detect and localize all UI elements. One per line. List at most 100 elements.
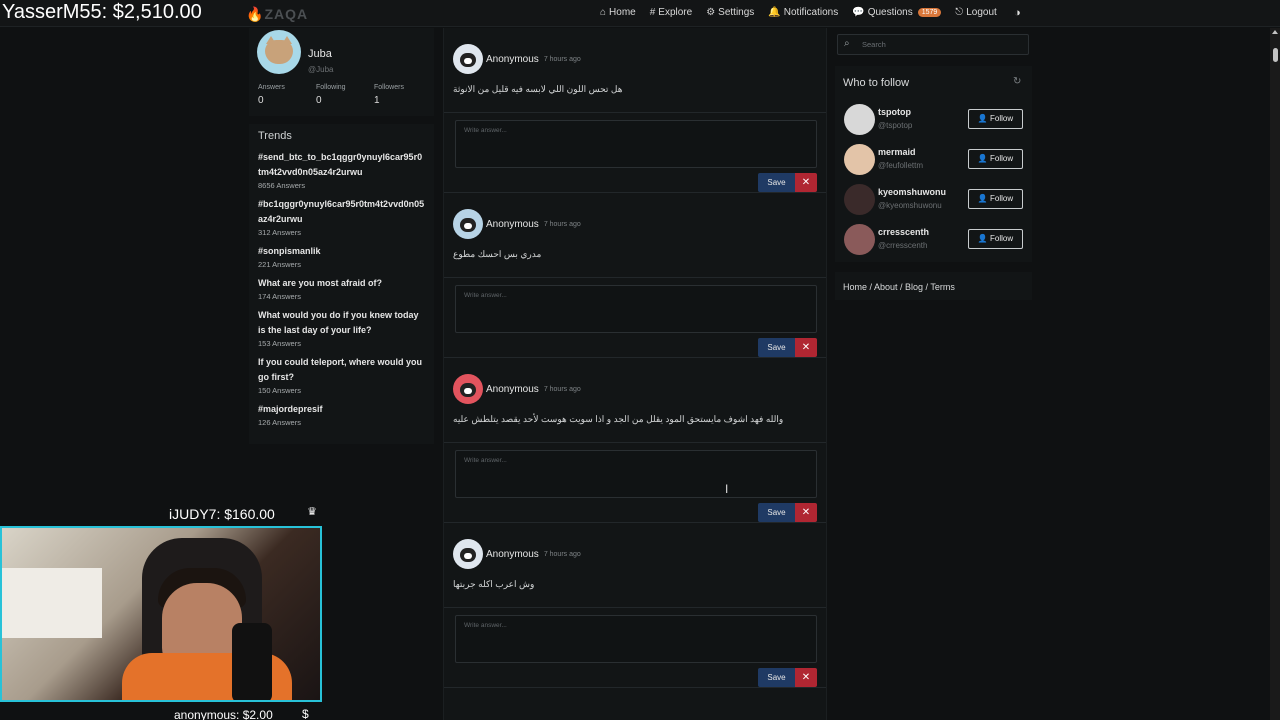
trend-item[interactable]: #majordepresif 126 Answers [258,402,425,429]
save-button[interactable]: Save [758,503,795,522]
suggestion-handle: @feufollettm [878,161,924,170]
follow-button[interactable]: 👤 Follow [968,229,1023,249]
nav-questions[interactable]: 💬 Questions 1579 [852,7,942,18]
answer-input[interactable]: Write answer... [455,285,817,333]
close-icon[interactable]: ✕ [795,503,817,522]
stat-label: Answers [258,84,285,91]
logo-text: ZAQA [264,6,309,22]
suggestion-name[interactable]: crresscenth [878,227,929,237]
trend-name[interactable]: #bc1qggr0ynuyl6car95r0tm4t2vvd0n05az4r2u… [258,197,425,227]
save-button[interactable]: Save [758,338,795,357]
avatar[interactable] [257,30,301,74]
close-icon[interactable]: ✕ [795,668,817,687]
question-card: Anonymous 7 hours ago وش اعرب اكله جربته… [444,523,826,688]
trend-item[interactable]: #bc1qggr0ynuyl6car95r0tm4t2vvd0n05az4r2u… [258,197,425,239]
follow-button[interactable]: 👤 Follow [968,109,1023,129]
question-user: Anonymous [486,383,539,395]
follow-label: Follow [990,194,1014,203]
trend-count: 153 Answers [258,339,301,348]
follow-suggestion: kyeomshuwonu @kyeomshuwonu 👤 Follow [844,184,1024,216]
avatar[interactable] [844,144,875,175]
answer-input[interactable]: Write answer... [455,120,817,168]
scroll-thumb[interactable] [1273,48,1278,62]
theme-toggle-icon[interactable]: ◑ [1014,7,1021,19]
bell-icon: 🔔 [768,7,781,18]
follow-button[interactable]: 👤 Follow [968,149,1023,169]
trend-name[interactable]: #majordepresif [258,402,425,417]
answer-input[interactable]: Write answer... [455,450,817,498]
crown-icon: ♛ [307,506,317,518]
trend-name[interactable]: If you could teleport, where would you g… [258,355,425,385]
trend-name[interactable]: #send_btc_to_bc1qggr0ynuyl6car95r0tm4t2v… [258,150,425,180]
follow-label: Follow [990,114,1014,123]
trend-item[interactable]: #send_btc_to_bc1qggr0ynuyl6car95r0tm4t2v… [258,150,425,192]
nav-explore[interactable]: # Explore [650,7,692,18]
trend-item[interactable]: What are you most afraid of? 174 Answers [258,276,425,303]
footer-links[interactable]: Home / About / Blog / Terms [835,272,1032,300]
donation-mid-text: iJUDY7: $160.00 [169,506,275,522]
close-icon[interactable]: ✕ [795,173,817,192]
donation-bottom-text: anonymous: $2.00 [174,708,273,720]
question-header: Anonymous 7 hours ago [453,374,581,404]
follow-icon: 👤 [977,114,991,123]
follow-icon: 👤 [977,154,991,163]
nav-settings[interactable]: ⚙ Settings [706,7,754,18]
site-logo[interactable]: 🔥ZAQA [246,6,308,23]
question-time: 7 hours ago [543,220,581,228]
question-card: Anonymous 7 hours ago مدري بس احسك مطوع … [444,193,826,358]
answer-input[interactable]: Write answer... [455,615,817,663]
stat-label: Following [316,84,346,91]
scrollbar[interactable] [1270,28,1280,720]
stat-followers[interactable]: Followers 1 [374,84,404,106]
question-text: وش اعرب اكله جربتها [453,579,535,589]
main-nav: ⌂ Home # Explore ⚙ Settings 🔔 Notifications … [600,7,1011,18]
trend-name[interactable]: #sonpismanlik [258,244,425,259]
follow-suggestion: tspotop @tspotop 👤 Follow [844,104,1024,136]
question-card: Anonymous 7 hours ago هل تحس اللون اللي … [444,28,826,193]
trend-count: 150 Answers [258,386,301,395]
question-user: Anonymous [486,53,539,65]
stat-answers[interactable]: Answers 0 [258,84,285,106]
trend-item[interactable]: If you could teleport, where would you g… [258,355,425,397]
nav-logout-label: Logout [966,7,997,18]
search-input[interactable]: ⌕ Search [837,34,1029,55]
follow-label: Follow [990,154,1014,163]
stat-value: 1 [374,95,380,106]
question-header: Anonymous 7 hours ago [453,44,581,74]
trend-item[interactable]: #sonpismanlik 221 Answers [258,244,425,271]
avatar[interactable] [844,104,875,135]
profile-name[interactable]: Juba [308,48,332,60]
avatar[interactable] [844,224,875,255]
save-button[interactable]: Save [758,173,795,192]
close-icon[interactable]: ✕ [795,338,817,357]
suggestion-name[interactable]: mermaid [878,147,916,157]
trend-count: 312 Answers [258,228,301,237]
nav-home[interactable]: ⌂ Home [600,7,636,18]
nav-questions-label: Questions [867,7,913,18]
trend-item[interactable]: What would you do if you knew today is t… [258,308,425,350]
trend-count: 126 Answers [258,418,301,427]
nav-notifications[interactable]: 🔔 Notifications [768,7,838,18]
question-header: Anonymous 7 hours ago [453,209,581,239]
save-button[interactable]: Save [758,668,795,687]
trend-count: 8656 Answers [258,181,306,190]
follow-label: Follow [990,234,1014,243]
trend-name[interactable]: What are you most afraid of? [258,276,425,291]
suggestion-name[interactable]: kyeomshuwonu [878,187,946,197]
scroll-up-icon[interactable] [1272,30,1278,34]
nav-logout[interactable]: ⎋ Logout [955,7,997,18]
nav-notifications-label: Notifications [783,7,839,18]
hash-icon: # [649,7,656,18]
avatar[interactable] [844,184,875,215]
text-cursor-icon: I [725,482,729,496]
question-time: 7 hours ago [543,385,581,393]
follow-suggestion: mermaid @feufollettm 👤 Follow [844,144,1024,176]
stat-following[interactable]: Following 0 [316,84,346,106]
follow-button[interactable]: 👤 Follow [968,189,1023,209]
trend-name[interactable]: What would you do if you knew today is t… [258,308,425,338]
questions-feed: Anonymous 7 hours ago هل تحس اللون اللي … [443,28,827,720]
question-time: 7 hours ago [543,55,581,63]
suggestion-name[interactable]: tspotop [878,107,911,117]
nav-explore-label: Explore [658,7,693,18]
refresh-icon[interactable]: ↻ [1013,76,1021,87]
